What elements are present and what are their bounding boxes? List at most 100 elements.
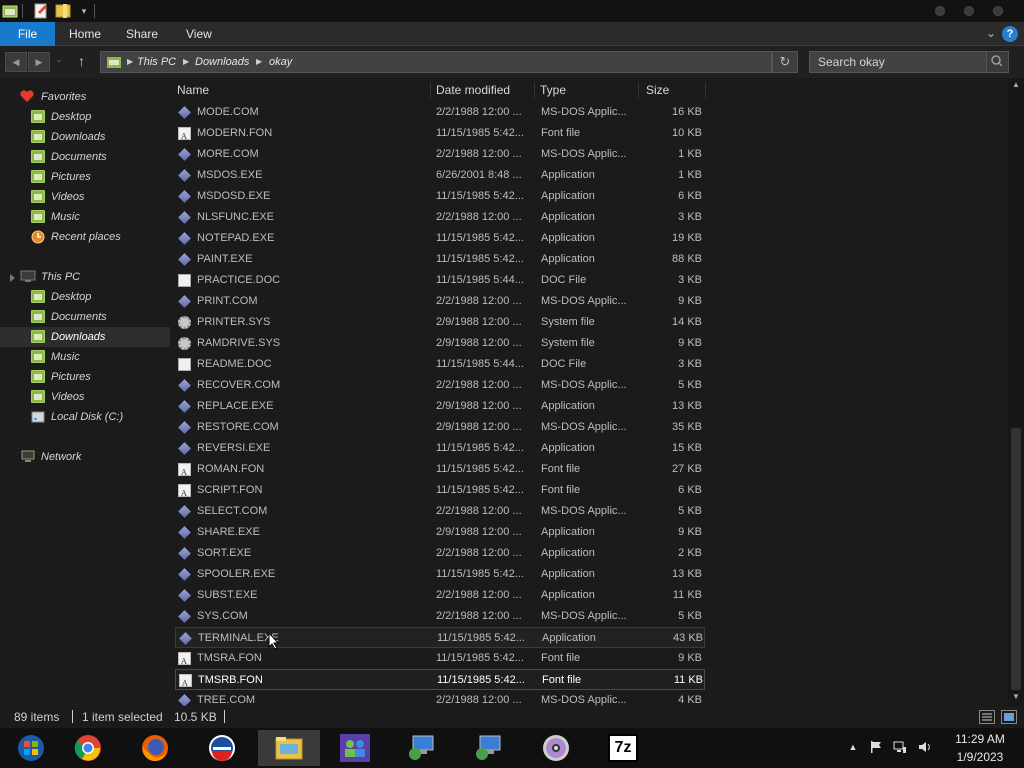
close-button[interactable] [993, 6, 1003, 16]
file-row[interactable]: SORT.EXE 2/2/1988 12:00 ... Application 2 K… [175, 543, 705, 564]
file-row[interactable]: PRACTICE.DOC 11/15/1985 5:44... DOC File 3 … [175, 270, 705, 291]
large-icons-view-button[interactable] [1001, 710, 1017, 724]
expand-arrow-icon[interactable] [10, 274, 15, 282]
taskbar-chrome[interactable] [57, 730, 119, 766]
network-status-icon[interactable] [893, 740, 907, 754]
file-row[interactable]: REVERSI.EXE 11/15/1985 5:42... Application… [175, 438, 705, 459]
file-row[interactable]: SPOOLER.EXE 11/15/1985 5:42... Application… [175, 564, 705, 585]
nav-thispc-videos[interactable]: Videos [0, 387, 170, 407]
file-row[interactable]: SHARE.EXE 2/9/1988 12:00 ... Application 9 … [175, 522, 705, 543]
file-row[interactable]: TERMINAL.EXE 11/15/1985 5:42... Applicatio… [175, 627, 705, 648]
file-row[interactable]: SELECT.COM 2/2/1988 12:00 ... MS-DOS Appli… [175, 501, 705, 522]
file-row[interactable]: SCRIPT.FON 11/15/1985 5:42... Font file 6 K… [175, 480, 705, 504]
breadcrumb-this-pc[interactable]: This PC [137, 52, 176, 72]
nav-favorites-desktop[interactable]: Desktop [0, 107, 170, 127]
taskbar-remote-desktop-1[interactable] [391, 730, 453, 766]
recent-locations-icon[interactable]: ⌄ [55, 54, 63, 65]
file-row[interactable]: PAINT.EXE 11/15/1985 5:42... Application 88… [175, 249, 705, 270]
file-row[interactable]: RECOVER.COM 2/2/1988 12:00 ... MS-DOS Appl… [175, 375, 705, 396]
nav-thispc-downloads[interactable]: Downloads [0, 327, 170, 347]
nav-thispc-local-disk[interactable]: Local Disk (C:) [0, 407, 170, 427]
taskbar-file-explorer[interactable] [258, 730, 320, 766]
file-row[interactable]: SYS.COM 2/2/1988 12:00 ... MS-DOS Applic..… [175, 606, 705, 627]
tab-home[interactable]: Home [69, 22, 101, 46]
taskbar-7zip[interactable]: 7z [592, 730, 654, 766]
scroll-down-arrow[interactable]: ▼ [1008, 690, 1024, 704]
nav-this-pc[interactable]: This PC [0, 267, 170, 287]
action-center-flag-icon[interactable] [869, 740, 883, 754]
file-row[interactable]: MSDOS.EXE 6/26/2001 8:48 ... Application 1 … [175, 165, 705, 186]
up-arrow-icon[interactable]: ↑ [78, 53, 85, 69]
file-row[interactable]: TMSRB.FON 11/15/1985 5:42... Font file 11 K… [175, 669, 705, 694]
customize-quick-access-icon[interactable]: ▾ [76, 3, 92, 19]
file-row[interactable]: RAMDRIVE.SYS 2/9/1988 12:00 ... System fil… [175, 333, 705, 354]
taskbar-opera[interactable] [191, 730, 253, 766]
column-header-name[interactable]: Name [177, 78, 209, 102]
search-input[interactable] [810, 52, 986, 72]
taskbar-network-people[interactable] [324, 730, 386, 766]
file-row[interactable]: RESTORE.COM 2/9/1988 12:00 ... MS-DOS Appl… [175, 417, 705, 438]
file-row[interactable]: NLSFUNC.EXE 2/2/1988 12:00 ... Application… [175, 207, 705, 228]
volume-icon[interactable] [917, 740, 931, 754]
nav-thispc-pictures[interactable]: Pictures [0, 367, 170, 387]
address-bar[interactable]: ▶ This PC ▶ Downloads ▶ okay [100, 51, 772, 73]
column-divider[interactable] [705, 82, 706, 98]
explorer-icon[interactable] [2, 3, 18, 19]
tab-share[interactable]: Share [126, 22, 158, 46]
column-header-date[interactable]: Date modified [436, 78, 510, 102]
column-divider[interactable] [430, 82, 431, 98]
breadcrumb-okay[interactable]: okay [269, 52, 292, 72]
clock-date[interactable]: 1/9/2023 [940, 750, 1020, 764]
search-button[interactable] [986, 52, 1008, 72]
details-view-button[interactable] [979, 710, 995, 724]
nav-network[interactable]: Network [0, 447, 170, 467]
file-row[interactable]: TMSRA.FON 11/15/1985 5:42... Font file 9 KB [175, 648, 705, 672]
show-hidden-icons-icon[interactable]: ▲ [846, 740, 860, 754]
properties-icon[interactable] [33, 3, 49, 19]
nav-thispc-documents[interactable]: Documents [0, 307, 170, 327]
nav-favorites-videos[interactable]: Videos [0, 187, 170, 207]
scroll-up-arrow[interactable]: ▲ [1008, 78, 1024, 92]
nav-favorites-pictures[interactable]: Pictures [0, 167, 170, 187]
refresh-button[interactable]: ↻ [772, 51, 798, 73]
chevron-down-icon[interactable]: ⌄ [986, 26, 996, 40]
taskbar-remote-desktop-2[interactable] [458, 730, 520, 766]
file-row[interactable]: ROMAN.FON 11/15/1985 5:42... Font file 27 K… [175, 459, 705, 483]
tab-view[interactable]: View [186, 22, 212, 46]
column-header-size[interactable]: Size [646, 78, 669, 102]
breadcrumb-downloads[interactable]: Downloads [195, 52, 249, 72]
file-row[interactable]: REPLACE.EXE 2/9/1988 12:00 ... Application… [175, 396, 705, 417]
nav-favorites-downloads[interactable]: Downloads [0, 127, 170, 147]
new-folder-icon[interactable] [55, 3, 71, 19]
file-row[interactable]: SUBST.EXE 2/2/1988 12:00 ... Application 11… [175, 585, 705, 606]
taskbar-firefox[interactable] [124, 730, 186, 766]
back-button[interactable]: ◀ [5, 52, 27, 72]
nav-favorites-recent-places[interactable]: Recent places [0, 227, 170, 247]
nav-thispc-music[interactable]: Music [0, 347, 170, 367]
file-row[interactable]: MORE.COM 2/2/1988 12:00 ... MS-DOS Applic.… [175, 144, 705, 165]
clock-time[interactable]: 11:29 AM [940, 732, 1020, 746]
column-divider[interactable] [534, 82, 535, 98]
nav-favorites-documents[interactable]: Documents [0, 147, 170, 167]
vertical-scrollbar[interactable]: ▲ ▼ [1008, 78, 1024, 706]
forward-button[interactable]: ▶ [28, 52, 50, 72]
file-row[interactable]: MODE.COM 2/2/1988 12:00 ... MS-DOS Applic.… [175, 102, 705, 123]
column-divider[interactable] [638, 82, 639, 98]
nav-thispc-desktop[interactable]: Desktop [0, 287, 170, 307]
nav-favorites[interactable]: Favorites [0, 87, 170, 107]
file-row[interactable]: PRINT.COM 2/2/1988 12:00 ... MS-DOS Applic… [175, 291, 705, 312]
file-row[interactable]: README.DOC 11/15/1985 5:44... DOC File 3 KB [175, 354, 705, 375]
file-row[interactable]: NOTEPAD.EXE 11/15/1985 5:42... Application… [175, 228, 705, 249]
tab-file[interactable]: File [0, 22, 55, 46]
file-row[interactable]: MODERN.FON 11/15/1985 5:42... Font file 10 … [175, 123, 705, 147]
minimize-button[interactable] [935, 6, 945, 16]
scrollbar-thumb[interactable] [1011, 428, 1021, 690]
file-row[interactable]: MSDOSD.EXE 11/15/1985 5:42... Application 6… [175, 186, 705, 207]
maximize-button[interactable] [964, 6, 974, 16]
help-button[interactable]: ? [1002, 26, 1018, 42]
file-row[interactable]: TREE.COM 2/2/1988 12:00 ... MS-DOS Applic.… [175, 690, 705, 706]
file-row[interactable]: PRINTER.SYS 2/9/1988 12:00 ... System file… [175, 312, 705, 333]
taskbar-dvd[interactable] [525, 730, 587, 766]
nav-favorites-music[interactable]: Music [0, 207, 170, 227]
column-header-type[interactable]: Type [540, 78, 566, 102]
